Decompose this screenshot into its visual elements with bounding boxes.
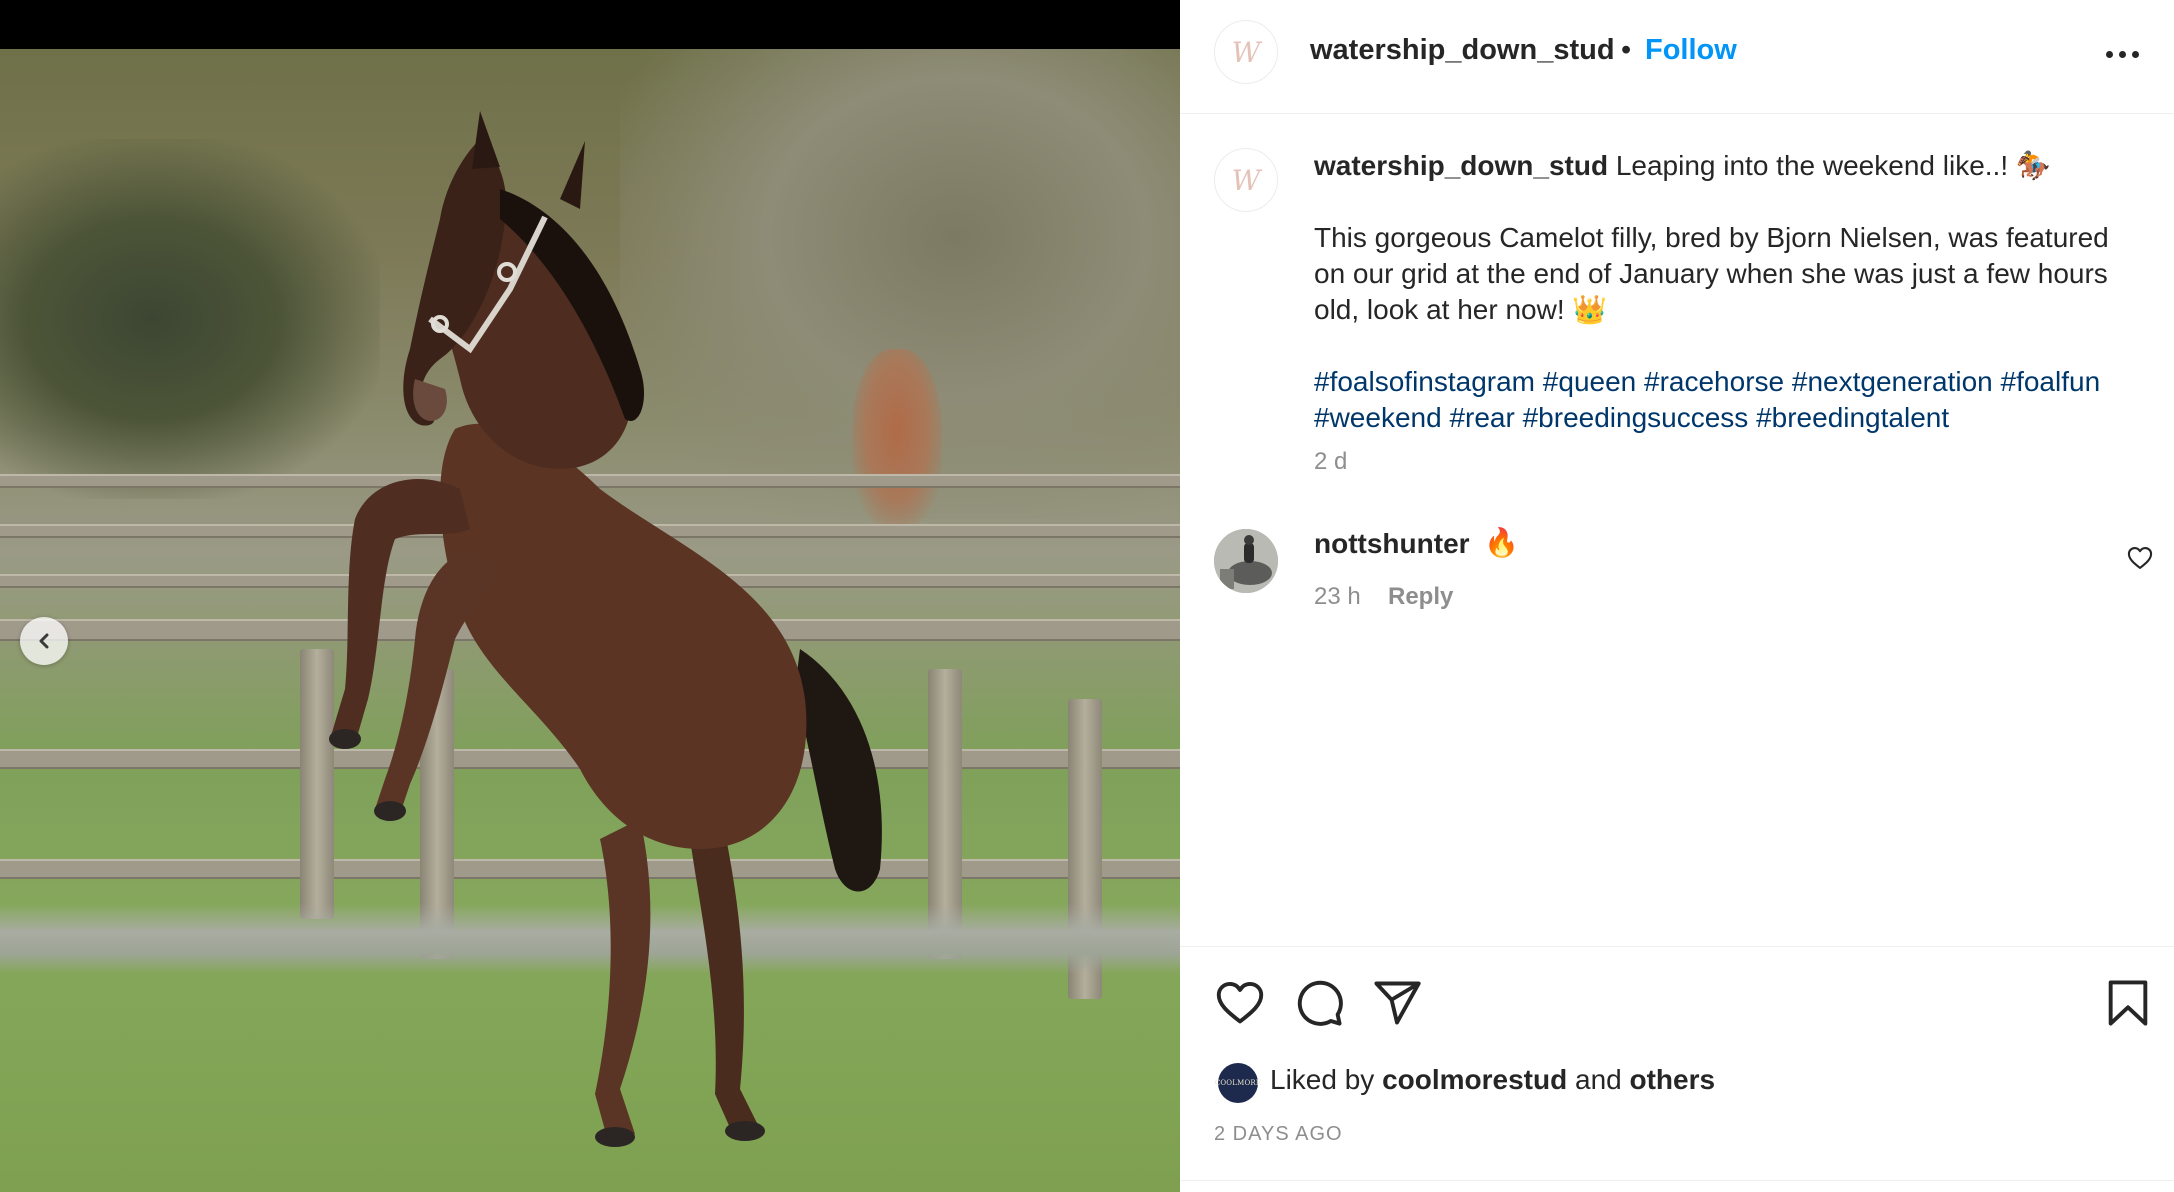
liker-avatar[interactable]: COOLMORE [1214, 1063, 1262, 1103]
post-date[interactable]: 2 DAYS AGO [1214, 1123, 1343, 1146]
more-options-icon[interactable] [2106, 40, 2146, 68]
hashtag-link[interactable]: #foalfun [2001, 366, 2101, 397]
comment-heart-icon[interactable] [2126, 544, 2154, 572]
likes-prefix: Liked by [1270, 1064, 1375, 1095]
post-details-panel: W watership_down_stud • Follow W watersh… [1180, 0, 2174, 1192]
likes-others-link[interactable]: others [1630, 1064, 1716, 1095]
comment-text: 🔥 [1484, 527, 1519, 558]
commenter-avatar[interactable] [1214, 529, 1278, 593]
follow-button[interactable]: Follow [1645, 34, 1737, 67]
comment-icon[interactable] [1293, 977, 1345, 1029]
likes-summary: Liked by coolmorestud and others [1270, 1064, 1715, 1096]
hashtag-link[interactable]: #breedingsuccess [1523, 402, 1749, 433]
caption-author-avatar[interactable]: W [1214, 148, 1278, 212]
hashtag-link[interactable]: #nextgeneration [1792, 366, 1993, 397]
hashtag-link[interactable]: #rear [1449, 402, 1514, 433]
comment-timestamp: 23 h [1314, 583, 1361, 610]
heart-icon[interactable] [1214, 977, 1266, 1029]
send-icon[interactable] [1371, 977, 1423, 1029]
hashtag-link[interactable]: #breedingtalent [1756, 402, 1949, 433]
caption-username[interactable]: watership_down_stud [1314, 150, 1608, 181]
likes-joiner: and [1575, 1064, 1622, 1095]
comment-username[interactable]: nottshunter [1314, 528, 1470, 560]
hashtag-link[interactable]: #queen [1543, 366, 1636, 397]
reply-button[interactable]: Reply [1388, 583, 1453, 611]
post-photo [0, 49, 1180, 1192]
caption-body: This gorgeous Camelot filly, bred by Bjo… [1314, 222, 2109, 325]
logo-glyph: W [1231, 163, 1261, 197]
author-username[interactable]: watership_down_stud [1310, 34, 1615, 67]
previous-image-button[interactable] [20, 617, 68, 665]
post-actions: COOLMORE Liked by coolmorestud and other… [1180, 946, 2174, 1192]
hashtag-link[interactable]: #foalsofinstagram [1314, 366, 1535, 397]
post-media [0, 0, 1180, 1192]
chevron-left-icon [39, 633, 49, 649]
bookmark-icon[interactable] [2102, 977, 2154, 1029]
divider [1180, 1180, 2174, 1181]
separator-dot: • [1621, 34, 1632, 66]
post-header: W watership_down_stud • Follow [1180, 0, 2174, 114]
rider-photo [1214, 529, 1278, 593]
caption-first-line: Leaping into the weekend like..! 🏇 [1615, 150, 2051, 181]
hashtag-link[interactable]: #racehorse [1644, 366, 1784, 397]
author-avatar[interactable]: W [1214, 20, 1278, 84]
post-caption: watership_down_stud Leaping into the wee… [1314, 148, 2134, 436]
liker-username[interactable]: coolmorestud [1382, 1064, 1567, 1095]
liker-avatar-text: COOLMORE [1214, 1079, 1262, 1087]
caption-timestamp[interactable]: 2 d [1314, 448, 1347, 476]
logo-glyph: W [1231, 35, 1261, 69]
caption-hashtags: #foalsofinstagram #queen #racehorse #nex… [1314, 364, 2134, 436]
hashtag-link[interactable]: #weekend [1314, 402, 1442, 433]
foal-illustration [329, 111, 882, 1147]
